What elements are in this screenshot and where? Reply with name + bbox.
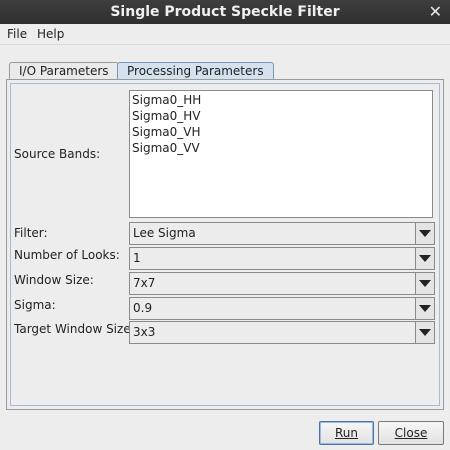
looks-value: 1 [133,251,141,265]
chevron-down-icon[interactable] [415,248,434,269]
menu-file[interactable]: File [7,27,27,41]
list-item[interactable]: Sigma0_VV [130,140,432,156]
tab-io-parameters[interactable]: I/O Parameters [9,62,119,80]
target-window-select[interactable]: 3x3 [129,321,435,344]
run-button-label: Run [334,426,358,440]
close-button[interactable]: Close [378,421,444,445]
filter-label: Filter: [14,226,48,240]
menu-bar: File Help [0,24,450,45]
list-item[interactable]: Sigma0_HH [130,92,432,108]
looks-select[interactable]: 1 [129,247,435,270]
window-size-value: 7x7 [133,276,156,290]
filter-value: Lee Sigma [133,226,196,240]
title-bar: Single Product Speckle Filter ✕ [0,0,450,24]
sigma-value: 0.9 [133,301,153,315]
tab-processing-parameters[interactable]: Processing Parameters [117,62,274,80]
run-button[interactable]: Run [319,421,374,445]
source-bands-label: Source Bands: [14,147,101,161]
target-window-label: Target Window Size: [14,322,135,336]
list-item[interactable]: Sigma0_VH [130,124,432,140]
close-icon[interactable]: ✕ [429,2,442,21]
sigma-select[interactable]: 0.9 [129,297,435,320]
list-item[interactable]: Sigma0_HV [130,108,432,124]
chevron-down-icon[interactable] [415,223,434,244]
source-bands-list[interactable]: Sigma0_HH Sigma0_HV Sigma0_VH Sigma0_VV [129,90,433,218]
chevron-down-icon[interactable] [415,322,434,343]
close-button-label: Close [394,426,428,440]
menu-help[interactable]: Help [37,27,64,41]
chevron-down-icon[interactable] [415,298,434,319]
window-title: Single Product Speckle Filter [110,4,340,20]
target-window-value: 3x3 [133,325,156,339]
chevron-down-icon[interactable] [415,273,434,294]
window-size-select[interactable]: 7x7 [129,272,435,295]
filter-select[interactable]: Lee Sigma [129,222,435,245]
sigma-label: Sigma: [14,298,56,312]
looks-label: Number of Looks: [14,248,120,262]
window-size-label: Window Size: [14,273,94,287]
